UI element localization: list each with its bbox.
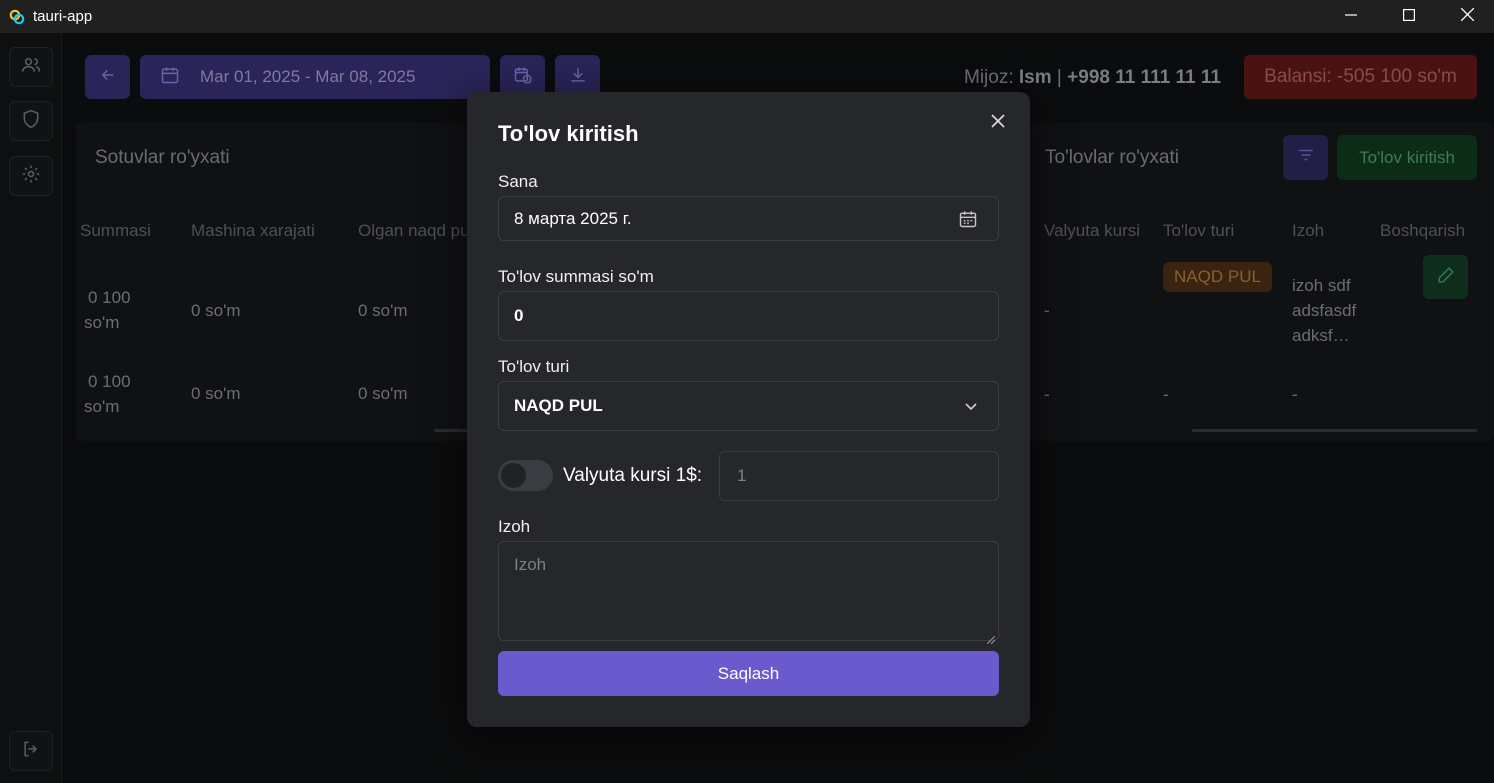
- sales-row-2-mashina: 0 so'm: [191, 384, 241, 403]
- date-value: 8 марта 2025 г.: [514, 208, 632, 228]
- payment-row-1-izoh-3: adksf…: [1292, 326, 1350, 345]
- sales-scrollbar[interactable]: [434, 429, 468, 432]
- logout-button[interactable]: [9, 731, 53, 771]
- payment-modal: To'lov kiritish Sana 8 марта 2025 г. To'…: [467, 92, 1030, 727]
- col-tolov-turi: To'lov turi: [1163, 221, 1235, 240]
- amount-label: To'lov summasi so'm: [498, 267, 654, 286]
- calendar-clock-icon: [513, 65, 533, 90]
- col-mashina: Mashina xarajati: [191, 221, 315, 240]
- minimize-button[interactable]: [1322, 0, 1380, 33]
- date-range-text: Mar 01, 2025 - Mar 08, 2025: [200, 67, 416, 86]
- maximize-icon: [1403, 8, 1416, 26]
- client-name: Ism: [1018, 67, 1052, 88]
- filter-icon: [1297, 146, 1315, 169]
- payment-row-1-izoh-2: adsfasdf: [1292, 301, 1357, 320]
- sales-row-1-summa-unit: so'm: [84, 313, 120, 332]
- amount-value: 0: [514, 306, 524, 325]
- currency-toggle-label: Valyuta kursi 1$:: [563, 465, 703, 486]
- payment-type-badge: NAQD PUL: [1163, 262, 1272, 292]
- close-icon: [1460, 7, 1474, 26]
- client-label: Mijoz:: [964, 67, 1019, 88]
- download-icon: [568, 65, 588, 90]
- date-range-picker[interactable]: Mar 01, 2025 - Mar 08, 2025: [140, 55, 490, 99]
- modal-title: To'lov kiritish: [498, 121, 639, 146]
- payment-type-value: NAQD PUL: [514, 396, 603, 415]
- client-separator: |: [1051, 67, 1068, 88]
- users-icon: [21, 55, 41, 80]
- minimize-icon: [1345, 8, 1357, 26]
- sidebar: [0, 33, 62, 783]
- sales-row-2-summa-unit: so'm: [84, 397, 120, 416]
- sales-row-2-summa: 0 100: [88, 372, 131, 391]
- calendar-icon[interactable]: [958, 209, 978, 229]
- sidebar-item-settings[interactable]: [9, 156, 53, 196]
- resize-handle-icon[interactable]: [986, 629, 996, 645]
- close-window-button[interactable]: [1438, 0, 1494, 33]
- payment-type-select[interactable]: NAQD PUL: [498, 381, 999, 431]
- shield-icon: [21, 109, 41, 134]
- payment-row-2-kurs: -: [1044, 385, 1050, 404]
- close-icon: [991, 113, 1005, 133]
- summa-line: 0 100: [88, 288, 131, 307]
- gear-icon: [21, 164, 41, 189]
- modal-close-button[interactable]: [986, 111, 1010, 135]
- sidebar-item-security[interactable]: [9, 101, 53, 141]
- currency-rate-input[interactable]: 1: [719, 451, 999, 501]
- balance-badge: Balansi: -505 100 so'm: [1244, 55, 1477, 99]
- payments-scrollbar[interactable]: [1192, 429, 1477, 432]
- col-valyuta: Valyuta kursi: [1044, 221, 1141, 240]
- amount-field[interactable]: 0: [498, 291, 999, 341]
- client-info: Mijoz: Ism | +998 11 111 11 11: [964, 67, 1221, 89]
- note-label: Izoh: [498, 517, 531, 536]
- sales-panel-title: Sotuvlar ro'yxati: [95, 147, 230, 168]
- window-title: tauri-app: [33, 8, 93, 25]
- tauri-logo-icon: [9, 9, 25, 25]
- sales-row-1-summa: 0 100: [88, 285, 131, 310]
- client-phone: +998 11 111 11 11: [1067, 67, 1221, 88]
- payments-panel-title: To'lovlar ro'yxati: [1045, 147, 1179, 168]
- date-label: Sana: [498, 172, 538, 191]
- payment-row-1-kurs: -: [1044, 301, 1050, 320]
- pencil-icon: [1437, 266, 1455, 289]
- back-button[interactable]: [85, 55, 130, 99]
- note-placeholder: Izoh: [514, 555, 547, 574]
- col-summasi: Summasi: [80, 221, 151, 240]
- maximize-button[interactable]: [1380, 0, 1438, 33]
- col-izoh: Izoh: [1292, 221, 1325, 240]
- rate-placeholder: 1: [737, 466, 747, 485]
- payment-row-2-izoh: -: [1292, 385, 1298, 404]
- edit-payment-button[interactable]: [1423, 255, 1468, 299]
- currency-toggle[interactable]: [498, 460, 553, 491]
- payment-row-1-izoh-1: izoh sdf: [1292, 276, 1351, 295]
- payment-row-2-turi: -: [1163, 385, 1169, 404]
- chevron-down-icon: [964, 399, 978, 413]
- title-bar: tauri-app: [0, 0, 1494, 33]
- calendar-icon: [160, 65, 180, 90]
- logout-icon: [21, 739, 41, 764]
- sidebar-item-users[interactable]: [9, 47, 53, 87]
- col-boshqarish: Boshqarish: [1380, 221, 1466, 240]
- sales-row-1-mashina: 0 so'm: [191, 301, 241, 320]
- arrow-left-icon: [99, 66, 117, 89]
- col-olgan: Olgan naqd pul: [358, 221, 474, 240]
- payment-type-label: To'lov turi: [498, 357, 570, 376]
- toggle-knob: [501, 463, 526, 488]
- sales-row-2-olgan: 0 so'm: [358, 384, 408, 403]
- filter-button[interactable]: [1283, 135, 1328, 180]
- save-button[interactable]: Saqlash: [498, 651, 999, 696]
- add-payment-button[interactable]: To'lov kiritish: [1337, 135, 1477, 180]
- sales-row-1-olgan: 0 so'm: [358, 301, 408, 320]
- note-textarea[interactable]: Izoh: [498, 541, 999, 645]
- date-field[interactable]: 8 марта 2025 г.: [498, 196, 999, 241]
